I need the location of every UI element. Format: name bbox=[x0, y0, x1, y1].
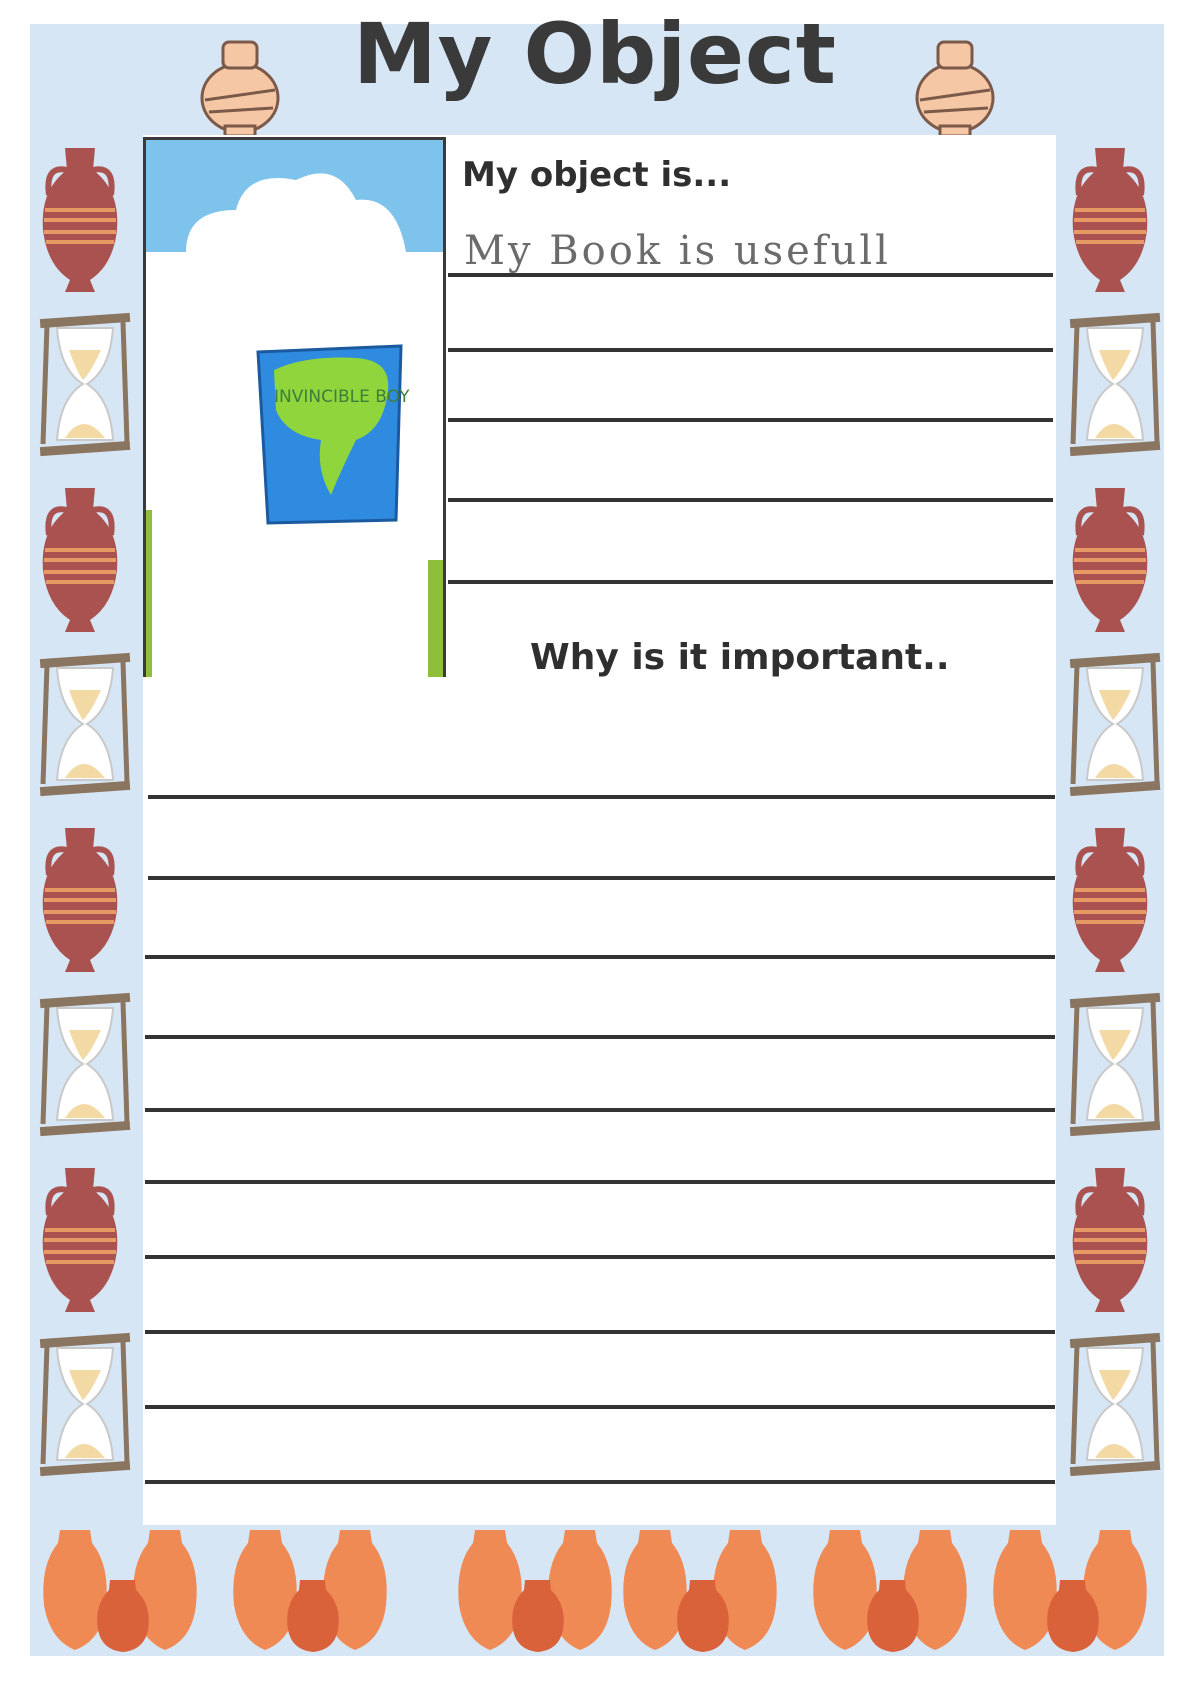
book-drawing: INVINCIBLE BOY bbox=[256, 344, 410, 525]
writing-line[interactable] bbox=[145, 1330, 1055, 1334]
writing-line[interactable] bbox=[148, 876, 1055, 880]
writing-line[interactable] bbox=[448, 580, 1053, 584]
vase-icon bbox=[1065, 480, 1155, 644]
orange-pot-icon bbox=[810, 1525, 980, 1659]
hourglass-icon bbox=[1065, 650, 1165, 804]
writing-line[interactable] bbox=[145, 1405, 1055, 1409]
hourglass-icon bbox=[35, 990, 135, 1144]
writing-line[interactable] bbox=[448, 498, 1053, 502]
hourglass-icon bbox=[35, 650, 135, 804]
orange-pot-icon bbox=[990, 1525, 1160, 1659]
writing-line[interactable] bbox=[448, 348, 1053, 352]
orange-pot-icon bbox=[40, 1525, 210, 1659]
prompt-object: My object is... bbox=[462, 155, 732, 195]
worksheet-title: My Object bbox=[353, 5, 837, 103]
writing-line[interactable] bbox=[145, 1035, 1055, 1039]
orange-pot-icon bbox=[455, 1525, 625, 1659]
drawing-background: INVINCIBLE BOY bbox=[146, 140, 443, 677]
writing-line[interactable] bbox=[145, 1108, 1055, 1112]
writing-line[interactable] bbox=[448, 273, 1053, 277]
drawing-book-text: INVINCIBLE BOY bbox=[274, 387, 410, 407]
writing-line[interactable] bbox=[145, 1180, 1055, 1184]
vase-icon bbox=[1065, 1160, 1155, 1324]
vase-icon bbox=[35, 1160, 125, 1324]
vase-icon bbox=[35, 820, 125, 984]
writing-line[interactable] bbox=[145, 1255, 1055, 1259]
prompt-importance: Why is it important.. bbox=[530, 637, 950, 678]
hourglass-icon bbox=[1065, 990, 1165, 1144]
hourglass-icon bbox=[35, 310, 135, 464]
orange-pot-icon bbox=[620, 1525, 790, 1659]
hourglass-icon bbox=[35, 1330, 135, 1484]
writing-line[interactable] bbox=[148, 795, 1055, 799]
hourglass-icon bbox=[1065, 1330, 1165, 1484]
drawing-frame: INVINCIBLE BOY bbox=[143, 137, 446, 677]
vase-icon bbox=[1065, 820, 1155, 984]
vase-icon bbox=[35, 140, 125, 304]
writing-line[interactable] bbox=[145, 1480, 1055, 1484]
writing-line[interactable] bbox=[448, 418, 1053, 422]
hourglass-icon bbox=[1065, 310, 1165, 464]
handwritten-answer[interactable]: My Book is usefull bbox=[464, 228, 891, 274]
vase-icon bbox=[1065, 140, 1155, 304]
orange-pot-icon bbox=[230, 1525, 400, 1659]
writing-line[interactable] bbox=[145, 955, 1055, 959]
vase-icon bbox=[35, 480, 125, 644]
